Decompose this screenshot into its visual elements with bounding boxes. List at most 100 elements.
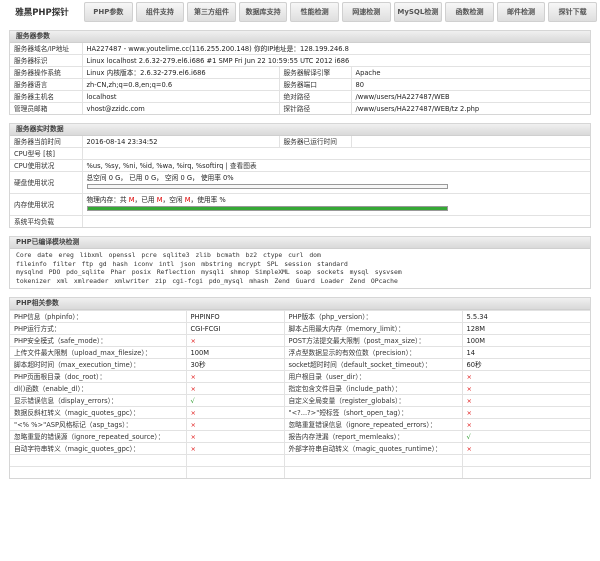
param-label: "<% %>"ASP风格标记（asp_tags）： (10, 418, 187, 431)
param-value (462, 466, 590, 479)
tab-mysql[interactable]: MySQL检测 (393, 2, 443, 22)
param-value: × (186, 334, 285, 347)
table-row: 上传文件最大限制（upload_max_filesize）： 100M 浮点型数据显… (10, 346, 590, 359)
modules-line: mysqlnd PDO pdo_sqlite Phar posix Reflec… (16, 268, 402, 277)
table-row: PHP安全模式（safe_mode）： × POST方法提交最大限制（post_ma… (10, 334, 590, 347)
param-value: × (462, 442, 590, 455)
param-label (10, 466, 187, 479)
param-value: 60秒 (462, 358, 590, 371)
tab-components[interactable]: 组件支持 (135, 2, 185, 22)
param-value: √ (186, 394, 285, 407)
param-label: PHP信息（phpinfo）： (10, 310, 187, 323)
param-value: × (186, 430, 285, 443)
param-label: dl()函数（enable_dl）： (10, 382, 187, 395)
admin-email-label: 管理员邮箱 (10, 102, 83, 114)
tab-network-speed[interactable]: 网速检测 (341, 2, 391, 22)
param-value: × (462, 418, 590, 431)
table-row (10, 466, 590, 479)
param-label: 自定义全局变量（register_globals）： (284, 394, 463, 407)
tab-functions[interactable]: 函数检测 (445, 2, 494, 22)
os-label: 服务器操作系统 (10, 66, 83, 79)
param-label: PHP运行方式： (10, 322, 187, 335)
disk-usage-cell: 总空间 0 G， 已用 0 G， 空闲 0 G， 使用率 0% (82, 171, 590, 194)
section-title: PHP已编译模块检测 (10, 237, 590, 249)
table-row: 忽略重复的错误源（ignore_repeated_source）： × 报告内存泄漏… (10, 430, 590, 443)
server-time-value: 2016-08-14 23:34:52 (82, 136, 280, 148)
memory-usage-cell: 物理内存：共 M，已用 M，空闲 M，使用率 % (82, 193, 590, 216)
table-row (10, 454, 590, 467)
tab-database[interactable]: 数据库支持 (238, 2, 288, 22)
param-label: 外部字符串自动转义（magic_quotes_runtime）： (284, 442, 463, 455)
port-value: 80 (351, 78, 590, 91)
param-value: × (186, 406, 285, 419)
cpu-model-label: CPU型号 [核] (10, 147, 83, 160)
param-value (462, 454, 590, 467)
engine-label: 服务器解译引擎 (279, 66, 352, 79)
param-label (284, 466, 463, 479)
table-row: PHP页面根目录（doc_root）： × 用户根目录（user_dir）： × (10, 370, 590, 383)
cpu-usage-label: CPU使用状况 (10, 159, 83, 172)
param-value: √ (462, 430, 590, 443)
port-label: 服务器端口 (279, 78, 352, 91)
tab-php-params[interactable]: PHP参数 (84, 2, 133, 22)
load-avg-value (82, 215, 590, 227)
load-avg-label: 系统平均负载 (10, 215, 83, 227)
admin-email-value: vhost@zzidc.com (82, 102, 280, 114)
param-value: × (186, 382, 285, 395)
param-value: × (462, 382, 590, 395)
disk-usage-text: 总空间 0 G， 已用 0 G， 空闲 0 G， 使用率 0% (86, 174, 234, 182)
table-row: PHP运行方式： CGI-FCGI 脚本占用最大内存（memory_limit）： 1… (10, 322, 590, 335)
param-label: 脚本占用最大内存（memory_limit）： (284, 322, 463, 335)
section-title: 服务器实时数据 (10, 124, 590, 136)
modules-line: Core date ereg libxml openssl pcre sqlit… (16, 251, 321, 259)
memory-usage-label: 内存使用状况 (10, 193, 83, 216)
param-label: 显示错误信息（display_errors）： (10, 394, 187, 407)
disk-usage-label: 硬盘使用状况 (10, 171, 83, 194)
table-row: 数据反斜杠转义（magic_quotes_gpc）： × "<?...?>"短标签（… (10, 406, 590, 419)
modules-line: fileinfo filter ftp gd hash iconv intl j… (16, 259, 348, 268)
disk-usage-bar (86, 184, 449, 189)
param-value: × (462, 370, 590, 383)
param-label: POST方法提交最大限制（post_max_size）： (284, 334, 463, 347)
param-label: 数据反斜杠转义（magic_quotes_gpc）： (10, 406, 187, 419)
table-row: dl()函数（enable_dl）： × 指定包含文件目录（include_path… (10, 382, 590, 395)
param-label: 浮点型数据显示的有效位数（precision）： (284, 346, 463, 359)
param-value: 14 (462, 346, 590, 359)
server-id-label: 服务器标识 (10, 54, 83, 67)
tab-performance[interactable]: 性能检测 (290, 2, 339, 22)
param-label: 自动字符串转义（magic_quotes_gpc）： (10, 442, 187, 455)
param-value: 128M (462, 322, 590, 335)
param-value: 5.5.34 (462, 310, 590, 323)
param-value (186, 454, 285, 467)
os-value: Linux 内核版本：2.6.32-279.el6.i686 (82, 66, 280, 79)
param-value: × (462, 406, 590, 419)
param-value: PHPINFO (186, 310, 285, 323)
uptime-value (351, 136, 590, 148)
cpu-usage-value: %us, %sy, %ni, %id, %wa, %irq, %softirq (86, 161, 224, 170)
param-value: × (186, 442, 285, 455)
tab-download[interactable]: 探针下载 (548, 2, 597, 22)
php-params-table: PHP信息（phpinfo）： PHPINFO PHP版本（php_version）… (10, 310, 590, 479)
server-params-table: 服务器域名/IP地址 HA227487 - www.youtelime.cc(1… (10, 43, 590, 114)
table-row: "<% %>"ASP风格标记（asp_tags）： × 忽略重复错误信息（ignor… (10, 418, 590, 431)
param-label (10, 454, 187, 467)
param-label: 用户根目录（user_dir）： (284, 370, 463, 383)
param-value: 30秒 (186, 358, 285, 371)
cpu-usage-cell: %us, %sy, %ni, %id, %wa, %irq, %softirq … (82, 159, 590, 172)
param-value: × (462, 394, 590, 407)
param-value: CGI-FCGI (186, 322, 285, 335)
param-label: 指定包含文件目录（include_path）： (284, 382, 463, 395)
server-time-label: 服务器当前时间 (10, 136, 83, 148)
tab-mail[interactable]: 邮件检测 (496, 2, 546, 22)
tab-third-party[interactable]: 第三方组件 (187, 2, 236, 22)
modules-line: tokenizer xml xmlreader xmlwriter zip cg… (16, 276, 398, 285)
hostname-label: 服务器主机名 (10, 90, 83, 103)
abspath-value: /www/users/HA227487/WEB (351, 90, 590, 103)
table-row: 脚本超时时间（max_execution_time）： 30秒 socket超时时间… (10, 358, 590, 371)
param-label: PHP安全模式（safe_mode）： (10, 334, 187, 347)
domain-value: HA227487 - www.youtelime.cc(116.255.200.… (86, 44, 349, 53)
cpu-model-value (82, 147, 590, 160)
view-chart-link[interactable]: | 查看图表 (225, 162, 256, 170)
param-label: PHP页面根目录（doc_root）： (10, 370, 187, 383)
hostname-value: localhost (82, 90, 280, 103)
